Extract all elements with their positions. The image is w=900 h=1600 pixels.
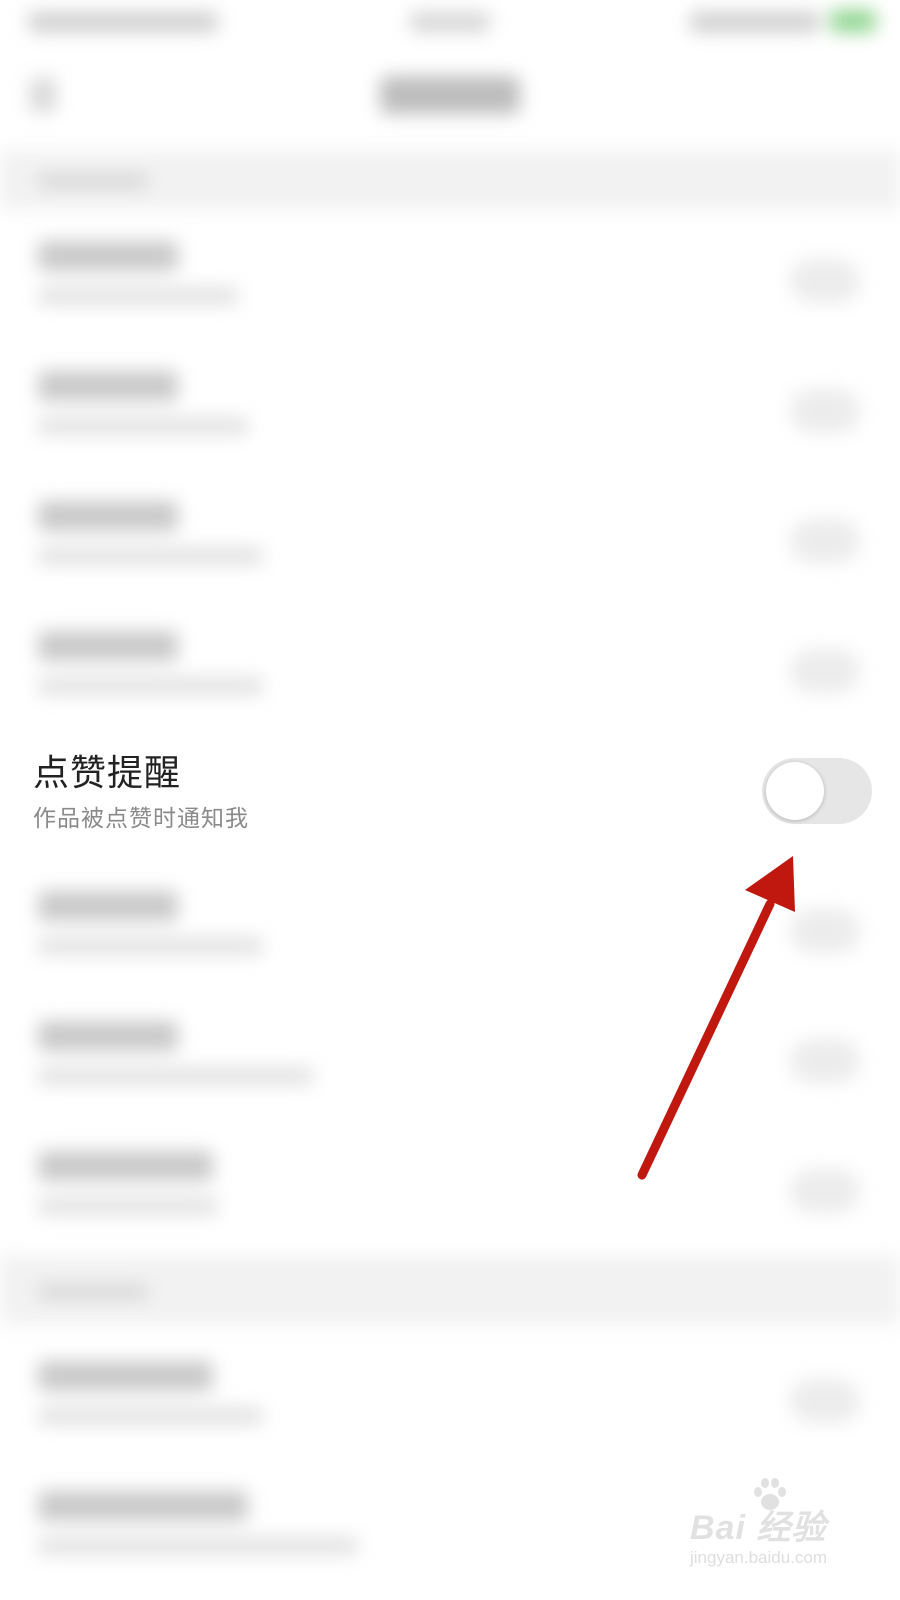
setting-row-title	[38, 891, 178, 921]
battery-icon	[830, 10, 876, 32]
setting-row-title	[38, 1021, 178, 1051]
setting-row[interactable]	[0, 1125, 900, 1255]
like-reminder-row[interactable]: 点赞提醒 作品被点赞时通知我	[0, 740, 900, 860]
setting-row[interactable]	[0, 1335, 900, 1465]
setting-row-subtitle	[38, 1537, 358, 1555]
nav-bar	[0, 50, 900, 140]
notification-settings-screen: 点赞提醒 作品被点赞时通知我 Bai 经验 jingyan.baidu.com	[0, 0, 900, 1600]
setting-row-subtitle	[38, 937, 263, 955]
setting-toggle[interactable]	[790, 909, 860, 953]
toggle-knob	[766, 762, 824, 820]
setting-row-subtitle	[38, 287, 238, 305]
setting-row-subtitle	[38, 677, 263, 695]
status-bar	[0, 0, 900, 44]
setting-row-title	[38, 241, 178, 271]
like-reminder-title: 点赞提醒	[33, 753, 182, 794]
setting-row[interactable]	[0, 605, 900, 735]
setting-toggle[interactable]	[790, 649, 860, 693]
status-bar-right	[690, 12, 820, 32]
setting-row-subtitle	[38, 547, 263, 565]
section-header	[0, 1255, 900, 1325]
watermark-brand: Bai 经验	[690, 1509, 827, 1547]
setting-toggle[interactable]	[790, 1169, 860, 1213]
baidu-jingyan-watermark: Bai 经验 jingyan.baidu.com	[690, 1478, 890, 1590]
setting-toggle[interactable]	[790, 389, 860, 433]
setting-toggle[interactable]	[790, 259, 860, 303]
setting-row[interactable]	[0, 215, 900, 345]
back-icon[interactable]	[30, 78, 56, 112]
setting-row-title	[38, 371, 178, 401]
setting-row-title	[38, 1361, 213, 1391]
setting-toggle[interactable]	[790, 1039, 860, 1083]
page-title	[380, 76, 520, 114]
setting-row-subtitle	[38, 1067, 313, 1085]
setting-row[interactable]	[0, 995, 900, 1125]
setting-row-subtitle	[38, 417, 248, 435]
like-reminder-subtitle: 作品被点赞时通知我	[33, 806, 249, 832]
setting-row-title	[38, 1491, 248, 1521]
setting-row-title	[38, 501, 178, 531]
setting-row-subtitle	[38, 1407, 263, 1425]
setting-row-subtitle	[38, 1197, 218, 1215]
status-bar-time	[410, 12, 490, 32]
setting-toggle[interactable]	[790, 1379, 860, 1423]
setting-toggle[interactable]	[790, 519, 860, 563]
setting-row[interactable]	[0, 345, 900, 475]
setting-row-title	[38, 631, 178, 661]
setting-row[interactable]	[0, 475, 900, 605]
section-label	[38, 174, 148, 188]
watermark-url: jingyan.baidu.com	[690, 1548, 828, 1567]
status-bar-left	[28, 12, 218, 32]
setting-row[interactable]	[0, 865, 900, 995]
setting-row-title	[38, 1151, 213, 1181]
section-label	[38, 1285, 148, 1299]
like-reminder-toggle[interactable]	[762, 758, 872, 824]
section-header	[0, 150, 900, 210]
